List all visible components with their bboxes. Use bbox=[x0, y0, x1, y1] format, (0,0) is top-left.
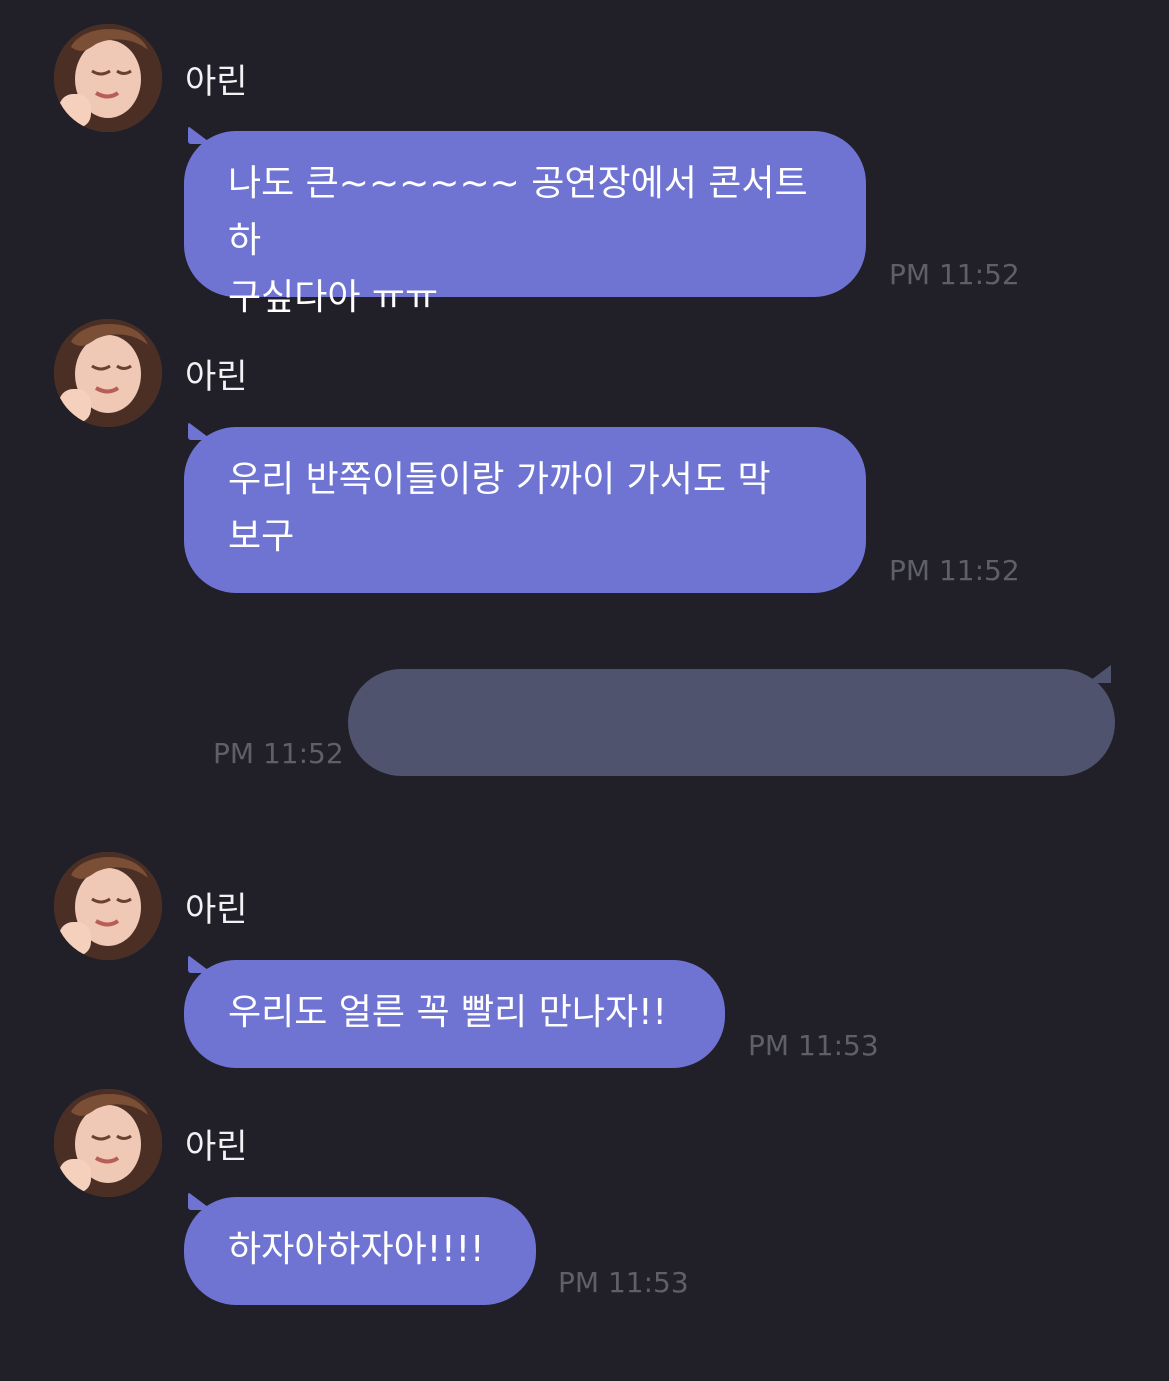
message-text-line: 우리 반쪽이들이랑 가까이 가서도 막 bbox=[228, 459, 771, 500]
profile-photo-icon[interactable] bbox=[54, 1089, 162, 1197]
sender-name: 아린 bbox=[185, 62, 248, 102]
message-time: PM 11:52 bbox=[213, 737, 344, 770]
sender-name: 아린 bbox=[185, 357, 248, 397]
profile-photo-icon[interactable] bbox=[54, 852, 162, 960]
chat-screen: 아린 나도 큰~~~~~~ 공연장에서 콘서트 하 구싶다아 ㅠㅠ PM 11:… bbox=[0, 0, 1169, 1381]
message-time: PM 11:53 bbox=[748, 1029, 879, 1062]
message-time: PM 11:52 bbox=[889, 258, 1020, 291]
message-text: 우리도 얼른 꼭 빨리 만나자!! bbox=[228, 992, 667, 1033]
message-bubble[interactable]: 우리도 얼른 꼭 빨리 만나자!! bbox=[184, 960, 725, 1068]
message-bubble[interactable]: 나도 큰~~~~~~ 공연장에서 콘서트 하 구싶다아 ㅠㅠ bbox=[184, 131, 866, 318]
outgoing-message-bubble[interactable] bbox=[348, 669, 1115, 776]
avatar-image bbox=[54, 319, 162, 427]
sender-name: 아린 bbox=[185, 890, 248, 930]
profile-photo-icon[interactable] bbox=[54, 319, 162, 427]
message-text-line: 나도 큰~~~~~~ 공연장에서 콘서트 하 bbox=[228, 163, 820, 261]
sender-name: 아린 bbox=[185, 1127, 248, 1167]
message-time: PM 11:53 bbox=[558, 1266, 689, 1299]
avatar-image bbox=[54, 1089, 162, 1197]
message-time: PM 11:52 bbox=[889, 554, 1020, 587]
avatar-image bbox=[54, 24, 162, 132]
avatar-image bbox=[54, 852, 162, 960]
message-bubble[interactable]: 우리 반쪽이들이랑 가까이 가서도 막 보구 bbox=[184, 427, 866, 593]
message-text-line: 보구 bbox=[228, 516, 295, 557]
message-text: 하자아하자아!!!! bbox=[228, 1229, 485, 1270]
message-bubble[interactable]: 하자아하자아!!!! bbox=[184, 1197, 536, 1305]
profile-photo-icon[interactable] bbox=[54, 24, 162, 132]
message-text-line: 구싶다아 ㅠㅠ bbox=[228, 277, 439, 318]
